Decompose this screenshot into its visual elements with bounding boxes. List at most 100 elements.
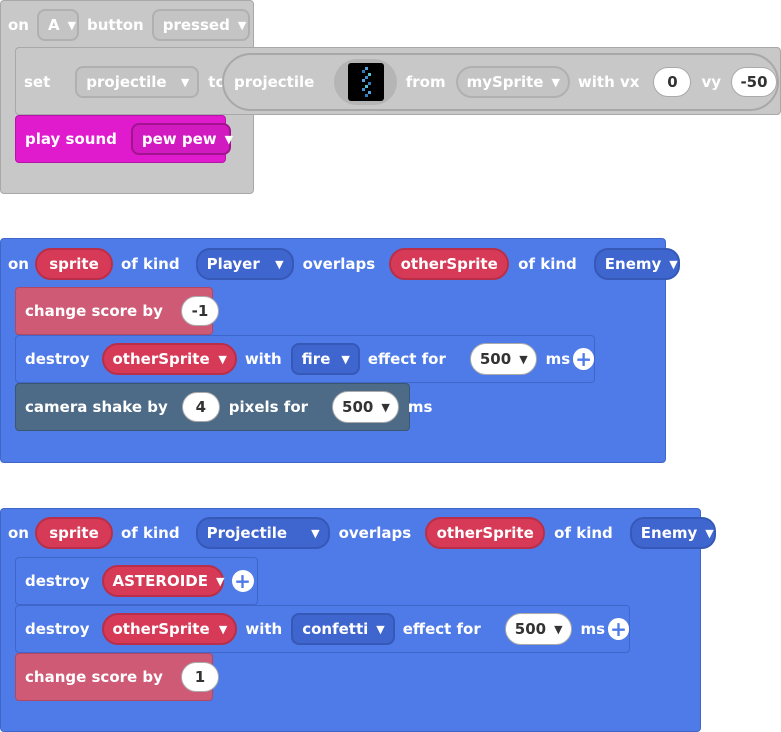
chevron-down-icon: ▼ — [705, 526, 714, 540]
destroy-target-dropdown[interactable]: otherSprite ▼ — [101, 613, 238, 645]
image-picker[interactable] — [334, 59, 397, 105]
duration-dropdown[interactable]: 500 ▼ — [469, 343, 537, 375]
of-kind-label-2: of kind — [518, 255, 577, 273]
overlaps-label: overlaps — [302, 255, 376, 273]
on-label: on — [8, 255, 29, 273]
button-label: button — [86, 16, 144, 34]
destroy-block[interactable]: destroy otherSprite ▼ with fire ▼ effect f… — [15, 335, 595, 383]
kind-dropdown[interactable]: Projectile ▼ — [195, 517, 330, 549]
plus-circle-icon[interactable]: + — [231, 570, 254, 592]
chevron-down-icon: ▼ — [311, 526, 320, 540]
play-sound-block[interactable]: play sound pew pew ▼ — [15, 115, 233, 163]
of-kind-label: of kind — [120, 255, 180, 273]
key-dropdown[interactable]: A ▼ — [36, 9, 79, 41]
source-value: mySprite — [466, 73, 544, 91]
chevron-down-icon: ▼ — [237, 18, 247, 32]
change-score-label: change score by — [25, 302, 163, 320]
effect-value: fire — [301, 350, 331, 368]
shake-pixels-input[interactable]: 4 — [181, 392, 220, 422]
destroy-target-value: otherSprite — [112, 620, 210, 638]
duration-value: 500 — [514, 620, 547, 638]
kind-dropdown[interactable]: Player ▼ — [195, 248, 294, 280]
ms-label: ms — [545, 350, 571, 368]
destroy-block[interactable]: destroy otherSprite ▼ with confetti ▼ effe… — [15, 605, 630, 653]
chevron-down-icon: ▼ — [180, 75, 190, 89]
plus-circle-icon[interactable]: + — [608, 618, 629, 640]
with-label: with — [245, 620, 283, 638]
of-kind-label-2: of kind — [554, 524, 613, 542]
destroy-target-dropdown[interactable]: ASTEROIDE ▼ — [101, 565, 225, 597]
other-kind-dropdown[interactable]: Enemy ▼ — [629, 517, 716, 549]
camera-shake-label: camera shake by — [25, 398, 168, 416]
event1-header: on A ▼ button pressed ▼ — [8, 9, 250, 41]
pixels-for-label: pixels for — [228, 398, 309, 416]
chevron-down-icon: ▼ — [554, 622, 563, 636]
chevron-down-icon: ▼ — [218, 352, 227, 366]
from-label: from — [405, 73, 446, 91]
chevron-down-icon: ▼ — [224, 132, 234, 146]
source-dropdown[interactable]: mySprite ▼ — [455, 66, 570, 98]
sound-dropdown[interactable]: pew pew ▼ — [130, 123, 234, 155]
destroy-target-dropdown[interactable]: otherSprite ▼ — [101, 343, 237, 375]
score-delta-input[interactable]: -1 — [180, 296, 219, 326]
on-label: on — [8, 524, 29, 542]
shake-ms-label: ms — [407, 398, 433, 416]
variable-value: projectile — [86, 73, 167, 91]
chevron-down-icon: ▼ — [67, 18, 77, 32]
projectile-reporter[interactable]: projectile from mySprite ▼ with vx 0 vy -… — [222, 53, 779, 111]
sound-value: pew pew — [141, 130, 217, 148]
ms-label: ms — [580, 620, 606, 638]
variable-dropdown[interactable]: projectile ▼ — [75, 66, 200, 98]
of-kind-label: of kind — [120, 524, 180, 542]
event3-header: on sprite of kind Projectile ▼ overlaps o… — [8, 517, 716, 549]
chevron-down-icon: ▼ — [218, 622, 228, 636]
other-sprite-variable[interactable]: otherSprite — [425, 517, 546, 549]
chevron-down-icon: ▼ — [275, 257, 284, 271]
other-kind-dropdown[interactable]: Enemy ▼ — [593, 248, 680, 280]
change-score-block[interactable]: change score by 1 — [15, 653, 219, 701]
pixel-sprite-icon — [347, 63, 384, 101]
effect-value: confetti — [302, 620, 369, 638]
destroy-target-value: ASTEROIDE — [112, 572, 208, 590]
overlaps-label: overlaps — [338, 524, 412, 542]
effect-dropdown[interactable]: confetti ▼ — [291, 613, 395, 645]
kind-value: Projectile — [206, 524, 288, 542]
effect-for-label: effect for — [402, 620, 481, 638]
destroy-target-value: otherSprite — [112, 350, 210, 368]
state-dropdown[interactable]: pressed ▼ — [151, 9, 250, 41]
effect-for-label: effect for — [367, 350, 446, 368]
sprite-variable[interactable]: sprite — [34, 248, 113, 280]
destroy-asteroide-block[interactable]: destroy ASTEROIDE ▼ + — [15, 557, 258, 605]
other-sprite-variable[interactable]: otherSprite — [389, 248, 510, 280]
score-delta-input[interactable]: 1 — [180, 662, 219, 692]
event2-header: on sprite of kind Player ▼ overlaps other… — [8, 248, 680, 280]
projectile-label: projectile — [234, 73, 315, 91]
change-score-block[interactable]: change score by -1 — [15, 287, 219, 335]
vy-input[interactable]: -50 — [731, 67, 777, 97]
chevron-down-icon: ▼ — [341, 352, 350, 366]
duration-dropdown[interactable]: 500 ▼ — [504, 613, 572, 645]
set-row: set projectile ▼ to — [24, 58, 226, 106]
chevron-down-icon: ▼ — [381, 400, 390, 414]
plus-circle-icon[interactable]: + — [573, 348, 594, 370]
other-kind-value: Enemy — [640, 524, 698, 542]
chevron-down-icon: ▼ — [215, 574, 225, 588]
with-vx-label: with vx — [577, 73, 640, 91]
with-label: with — [244, 350, 282, 368]
set-label: set — [24, 73, 51, 91]
duration-value: 500 — [479, 350, 512, 368]
destroy-label: destroy — [25, 350, 90, 368]
destroy-label: destroy — [25, 572, 90, 590]
change-score-label: change score by — [25, 668, 163, 686]
vx-input[interactable]: 0 — [653, 67, 692, 97]
kind-value: Player — [206, 255, 260, 273]
camera-shake-block[interactable]: camera shake by 4 pixels for 500 ▼ ms — [15, 383, 432, 431]
key-value: A — [47, 16, 60, 34]
chevron-down-icon: ▼ — [376, 622, 385, 636]
sprite-variable[interactable]: sprite — [34, 517, 113, 549]
chevron-down-icon: ▼ — [669, 257, 678, 271]
state-value: pressed — [162, 16, 230, 34]
play-sound-label: play sound — [25, 130, 117, 148]
shake-duration-dropdown[interactable]: 500 ▼ — [332, 391, 399, 423]
effect-dropdown[interactable]: fire ▼ — [290, 343, 360, 375]
